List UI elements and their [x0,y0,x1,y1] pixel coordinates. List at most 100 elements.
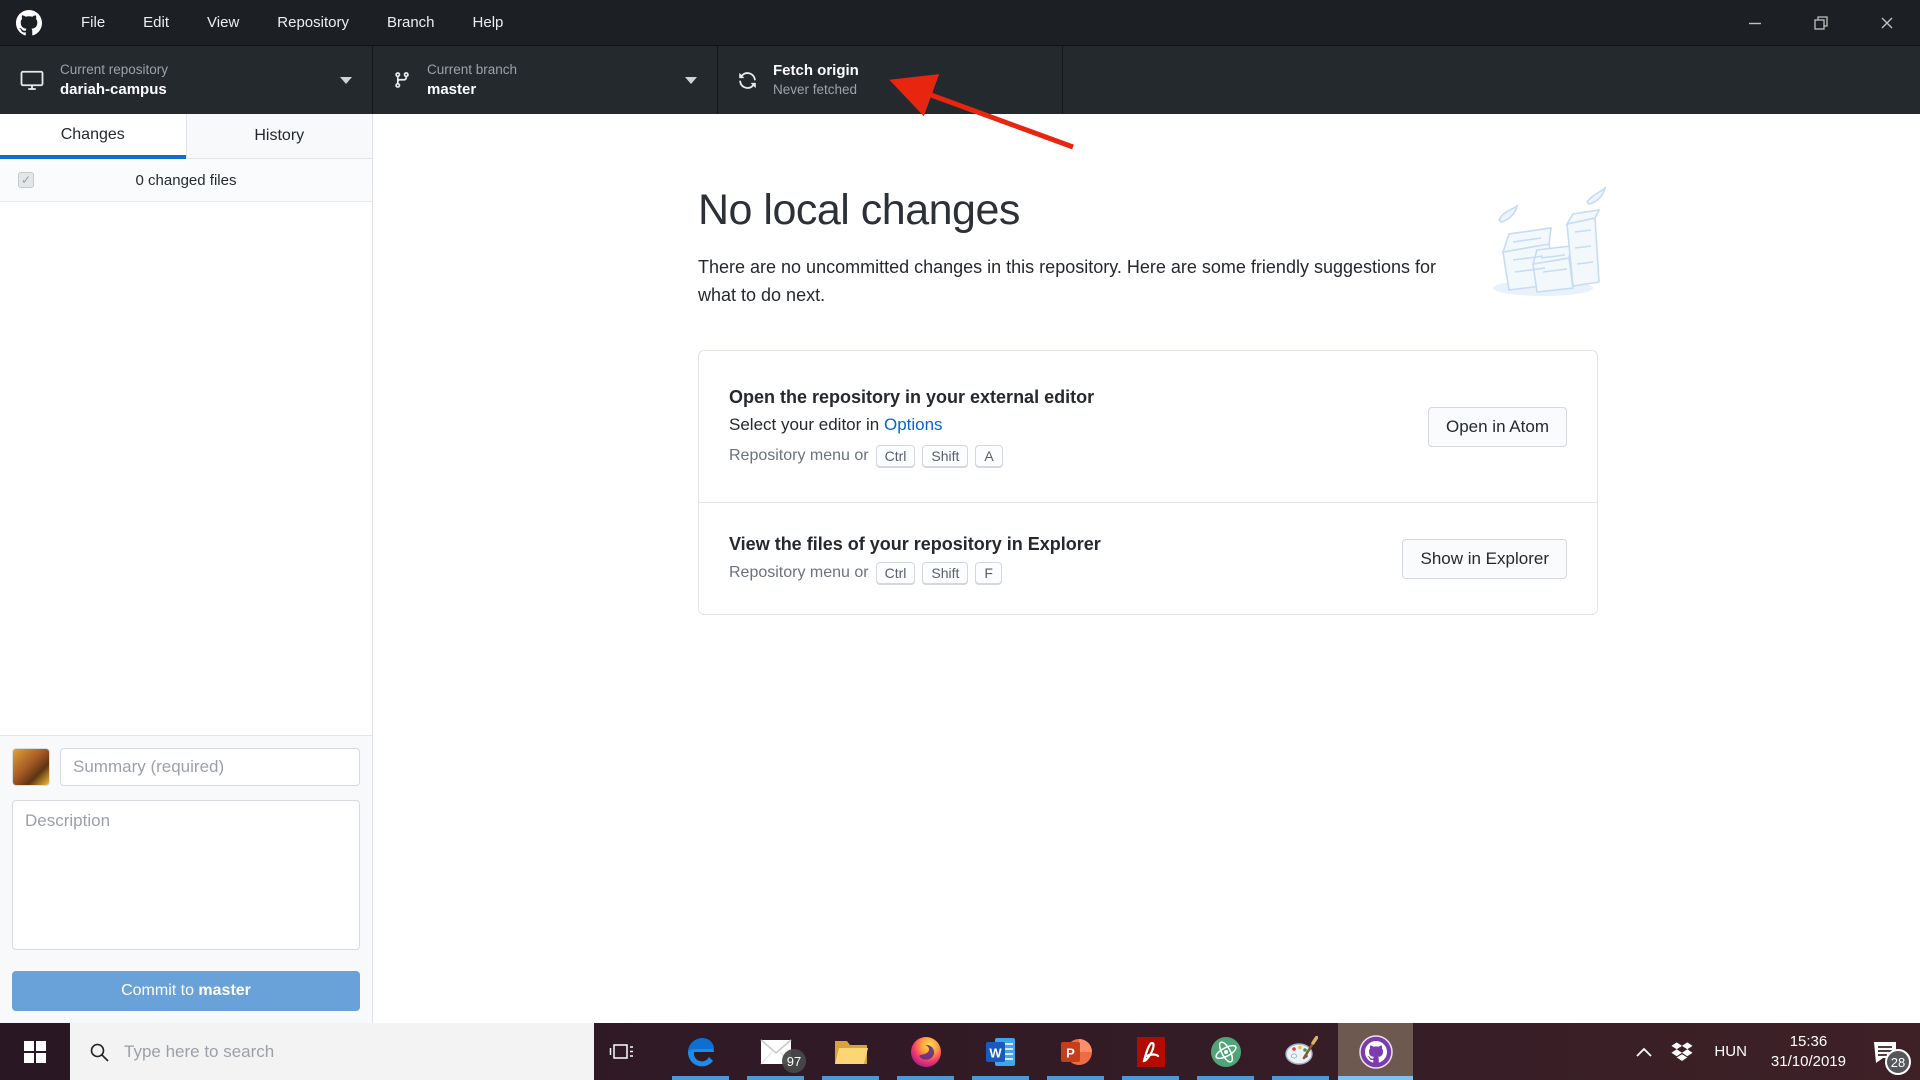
changed-files-summary: ✓ 0 changed files [0,159,372,202]
taskbar-atom-button[interactable] [1188,1023,1263,1080]
running-indicator [1197,1076,1254,1080]
branch-name: master [427,80,517,100]
open-in-atom-button[interactable]: Open in Atom [1428,407,1567,447]
suggestion-card-explorer: View the files of your repository in Exp… [699,502,1597,614]
dropbox-tray-button[interactable] [1662,1023,1702,1080]
menu-branch[interactable]: Branch [368,0,454,45]
clock-time: 15:36 [1771,1032,1846,1052]
action-center-button[interactable]: 28 [1858,1023,1912,1080]
taskbar-acrobat-button[interactable] [1113,1023,1188,1080]
monitor-icon [20,68,44,92]
chevron-up-icon [1636,1047,1652,1057]
active-indicator [1338,1076,1413,1080]
system-tray: HUN 15:36 31/10/2019 28 [1626,1023,1920,1080]
running-indicator [897,1076,954,1080]
notification-badge: 28 [1885,1049,1911,1075]
language-indicator[interactable]: HUN [1702,1023,1759,1080]
suggestion-card-editor: Open the repository in your external edi… [699,351,1597,502]
minimize-button[interactable] [1722,0,1788,45]
sidebar: Changes History ✓ 0 changed files Commit… [0,114,373,1023]
running-indicator [672,1076,729,1080]
clock-date: 31/10/2019 [1771,1052,1846,1072]
running-indicator [822,1076,879,1080]
github-desktop-icon [1358,1034,1394,1070]
branch-switcher[interactable]: Current branch master [373,46,718,114]
menu-file[interactable]: File [62,0,124,45]
kbd-key: F [975,562,1002,584]
taskbar-firefox-button[interactable] [888,1023,963,1080]
user-avatar [12,748,50,786]
show-in-explorer-button[interactable]: Show in Explorer [1402,539,1567,579]
taskbar-word-button[interactable]: W [963,1023,1038,1080]
word-icon: W [985,1036,1017,1068]
git-branch-icon [393,71,411,89]
svg-text:W: W [989,1045,1002,1060]
menu-edit[interactable]: Edit [124,0,188,45]
fetch-origin-button[interactable]: Fetch origin Never fetched [718,46,1063,114]
sync-icon [738,71,757,90]
taskbar-github-desktop-button[interactable] [1338,1023,1413,1080]
taskbar-search [70,1023,594,1080]
commit-panel: Commit to master [0,735,372,1023]
shortcut-hint-text: Repository menu or [729,447,869,465]
taskbar-apps: 97 [663,1023,1413,1080]
start-button[interactable] [0,1023,70,1080]
taskbar-powerpoint-button[interactable]: P [1038,1023,1113,1080]
suggestions-panel: Open the repository in your external edi… [698,350,1598,615]
taskbar-paint-button[interactable] [1263,1023,1338,1080]
acrobat-icon [1136,1036,1166,1068]
task-view-button[interactable] [594,1023,650,1080]
paint-palette-icon [1284,1036,1318,1068]
dropbox-icon [1670,1041,1694,1063]
sidebar-tabs: Changes History [0,114,372,159]
menu-view[interactable]: View [188,0,258,45]
edge-icon [684,1035,718,1069]
close-button[interactable] [1854,0,1920,45]
tab-history[interactable]: History [186,114,373,159]
powerpoint-icon: P [1060,1036,1092,1068]
tray-expand-button[interactable] [1626,1023,1662,1080]
commit-button-prefix: Commit to [121,982,198,999]
menu-help[interactable]: Help [454,0,523,45]
toolbar: Current repository dariah-campus Current… [0,45,1920,114]
search-input[interactable] [124,1042,524,1062]
tab-changes[interactable]: Changes [0,114,186,159]
taskbar-edge-button[interactable] [663,1023,738,1080]
restore-icon [1813,15,1829,31]
options-link[interactable]: Options [884,415,943,434]
commit-summary-input[interactable] [60,748,360,786]
running-indicator [747,1076,804,1080]
editor-hint-text: Select your editor in [729,415,884,434]
commit-button-branch: master [198,982,250,999]
taskbar: 97 [0,1023,1920,1080]
chevron-down-icon [685,77,697,84]
taskbar-mail-button[interactable]: 97 [738,1023,813,1080]
taskbar-file-explorer-button[interactable] [813,1023,888,1080]
page-subtitle: There are no uncommitted changes in this… [698,254,1478,310]
windows-logo-icon [24,1041,46,1063]
fetch-origin-label: Fetch origin [773,61,859,81]
fetch-status: Never fetched [773,81,859,99]
maximize-button[interactable] [1788,0,1854,45]
repository-label: Current repository [60,61,168,80]
running-indicator [972,1076,1029,1080]
shortcut-hint-text: Repository menu or [729,564,869,582]
main-content: No local changes There are no uncommitte… [373,114,1920,1023]
close-icon [1879,15,1895,31]
suggestion-title: Open the repository in your external edi… [729,387,1428,408]
kbd-key: A [975,445,1002,467]
changed-files-label: 0 changed files [136,172,237,189]
search-icon [88,1041,110,1063]
commit-button[interactable]: Commit to master [12,971,360,1011]
include-all-checkbox[interactable]: ✓ [18,172,34,188]
commit-description-input[interactable] [12,800,360,950]
window-controls [1722,0,1920,45]
firefox-icon [909,1035,943,1069]
page-title: No local changes [698,186,1020,235]
menu-repository[interactable]: Repository [258,0,368,45]
kbd-key: Shift [922,562,968,584]
minimize-icon [1747,15,1763,31]
clock[interactable]: 15:36 31/10/2019 [1759,1023,1858,1080]
paper-stack-illustration-icon [1479,172,1611,305]
repository-switcher[interactable]: Current repository dariah-campus [0,46,373,114]
